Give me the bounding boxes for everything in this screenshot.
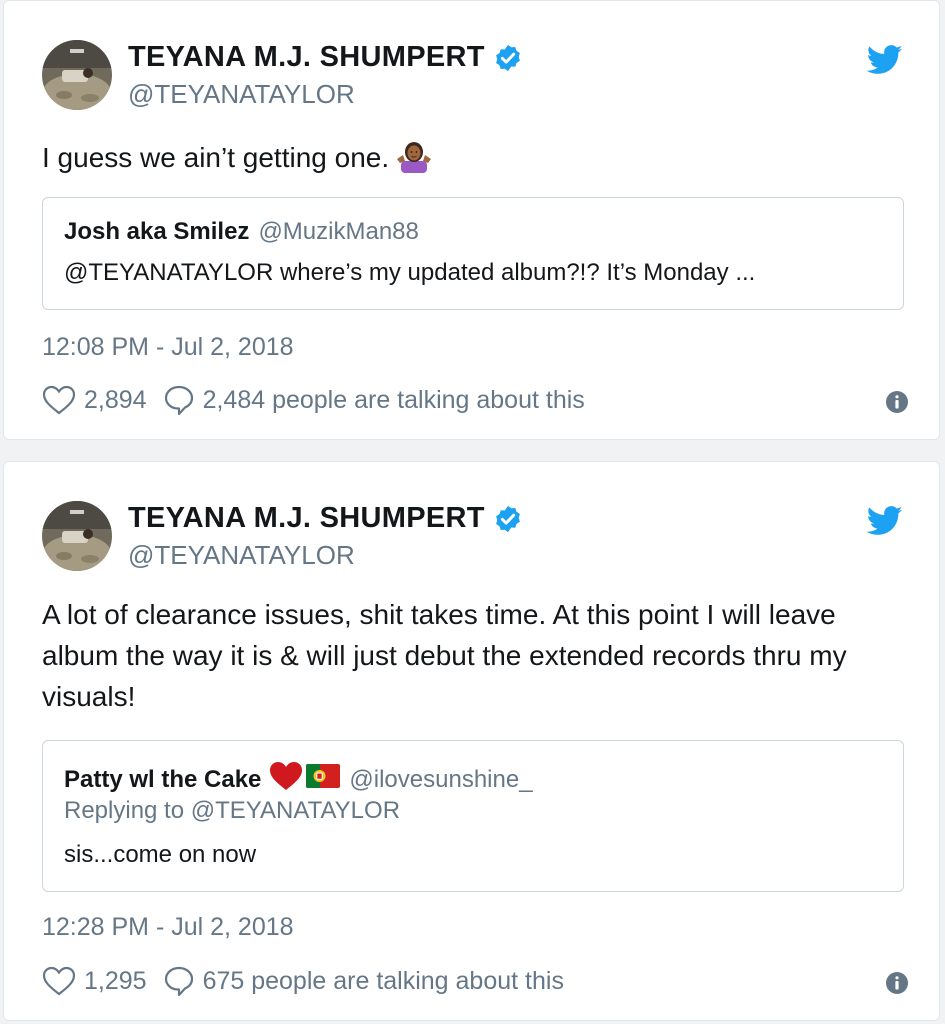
tweet-card-1[interactable]: TEYANA M.J. SHUMPERT @TEYANATAYLOR I gue… (3, 0, 940, 440)
info-icon[interactable] (885, 390, 909, 414)
author-handle[interactable]: @TEYANATAYLOR (128, 540, 355, 571)
quoted-tweet[interactable]: Patty wl the Cake @ilovesunshine_ Replyi… (42, 740, 904, 892)
tweet-timestamp[interactable]: 12:28 PM - Jul 2, 2018 (42, 913, 294, 942)
quoted-author-name: Josh aka Smilez (64, 218, 250, 245)
author-name-row[interactable]: TEYANA M.J. SHUMPERT (128, 502, 523, 535)
author-name[interactable]: TEYANA M.J. SHUMPERT (128, 502, 485, 535)
author-handle[interactable]: @TEYANATAYLOR (128, 79, 355, 110)
conversation-link[interactable]: 2,484 people are talking about this (163, 384, 585, 416)
quoted-tweet-text: sis...come on now (64, 841, 257, 868)
avatar[interactable] (42, 40, 112, 110)
verified-badge-icon (493, 43, 523, 73)
tweet-text-content: I guess we ain’t getting one. (42, 142, 390, 173)
conversation-link[interactable]: 675 people are talking about this (163, 965, 564, 997)
tweet-actions: 1,295 675 people are talking about this (42, 965, 580, 997)
person-shrugging-emoji (397, 139, 432, 184)
author-name[interactable]: TEYANA M.J. SHUMPERT (128, 41, 485, 74)
quoted-tweet-text: @TEYANATAYLOR where’s my updated album?!… (64, 259, 756, 286)
quoted-author-handle: @ilovesunshine_ (349, 765, 533, 793)
author-name-row[interactable]: TEYANA M.J. SHUMPERT (128, 41, 523, 74)
like-count: 2,894 (84, 385, 147, 414)
quoted-author-name: Patty wl the Cake (64, 765, 262, 793)
quoted-author-handle: @MuzikMan88 (258, 218, 419, 245)
comment-bubble-icon (164, 385, 193, 416)
info-icon[interactable] (885, 971, 909, 995)
twitter-bird-icon[interactable] (867, 45, 903, 75)
replying-to-line: Replying to @TEYANATAYLOR (64, 797, 401, 824)
talking-count: 675 people are talking about this (202, 966, 564, 995)
verified-badge-icon (493, 504, 523, 534)
tweet-actions: 2,894 2,484 people are talking about thi… (42, 384, 601, 416)
red-heart-emoji (269, 761, 303, 798)
heart-outline-icon (42, 385, 76, 415)
quoted-tweet[interactable]: Josh aka Smilez @MuzikMan88 @TEYANATAYLO… (42, 197, 904, 310)
comment-bubble-icon (164, 966, 193, 997)
quoted-author-row: Patty wl the Cake @ilovesunshine_ (64, 761, 533, 798)
portugal-flag-emoji (306, 764, 341, 795)
tweet-text: I guess we ain’t getting one. (42, 137, 912, 184)
like-button[interactable]: 2,894 (42, 385, 147, 415)
like-button[interactable]: 1,295 (42, 966, 147, 996)
twitter-bird-icon[interactable] (867, 506, 903, 536)
tweet-card-2[interactable]: TEYANA M.J. SHUMPERT @TEYANATAYLOR A lot… (3, 461, 940, 1021)
quoted-author-row: Josh aka Smilez @MuzikMan88 (64, 218, 419, 246)
tweet-timestamp[interactable]: 12:08 PM - Jul 2, 2018 (42, 333, 294, 362)
heart-outline-icon (42, 966, 76, 996)
like-count: 1,295 (84, 966, 147, 995)
avatar[interactable] (42, 501, 112, 571)
talking-count: 2,484 people are talking about this (202, 385, 585, 414)
tweet-text: A lot of clearance issues, shit takes ti… (42, 599, 847, 712)
